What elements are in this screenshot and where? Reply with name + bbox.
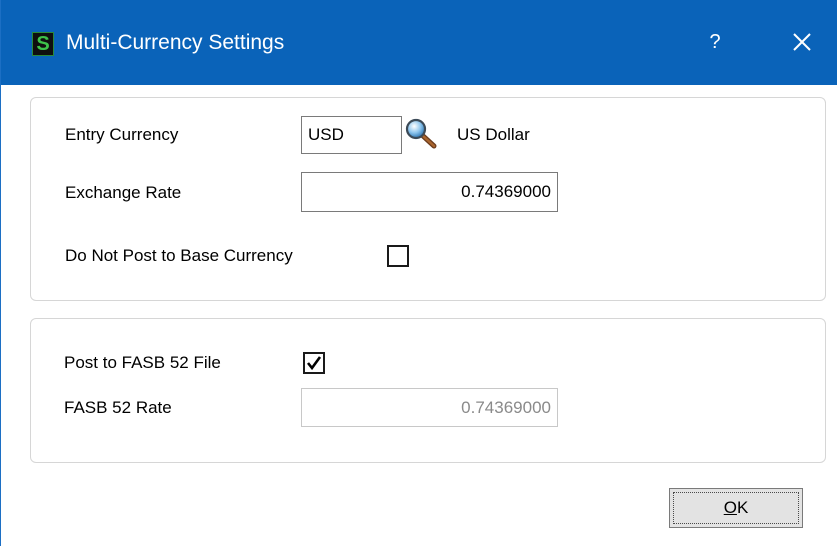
do-not-post-label: Do Not Post to Base Currency xyxy=(65,246,293,265)
currency-description: US Dollar xyxy=(457,125,530,144)
app-icon-letter: S xyxy=(36,33,50,55)
exchange-rate-label: Exchange Rate xyxy=(65,183,182,202)
close-button[interactable] xyxy=(788,28,816,56)
title-bar[interactable]: S Multi-Currency Settings ? xyxy=(1,0,837,85)
exchange-rate-input[interactable] xyxy=(301,172,558,212)
multi-currency-settings-dialog: S Multi-Currency Settings ? Entry Curren… xyxy=(0,0,837,546)
fasb-rate-input xyxy=(301,388,558,427)
ok-label-rest: K xyxy=(736,498,749,517)
sage-app-icon: S xyxy=(32,32,54,56)
ok-mnemonic: O xyxy=(723,498,737,517)
ok-button[interactable]: OK xyxy=(669,488,803,528)
entry-currency-label: Entry Currency xyxy=(65,125,179,144)
help-button[interactable]: ? xyxy=(701,24,729,60)
post-fasb-label: Post to FASB 52 File xyxy=(64,353,221,372)
ok-button-label: OK xyxy=(724,498,749,518)
close-icon xyxy=(793,33,811,51)
checkmark-icon xyxy=(306,356,322,371)
post-fasb-checkbox[interactable] xyxy=(303,352,325,374)
magnifier-icon xyxy=(405,118,437,149)
fasb-rate-label: FASB 52 Rate xyxy=(64,398,172,417)
window-title: Multi-Currency Settings xyxy=(66,31,285,54)
currency-lookup-button[interactable] xyxy=(403,117,439,151)
entry-currency-input[interactable] xyxy=(301,116,402,154)
do-not-post-checkbox[interactable] xyxy=(387,245,409,267)
